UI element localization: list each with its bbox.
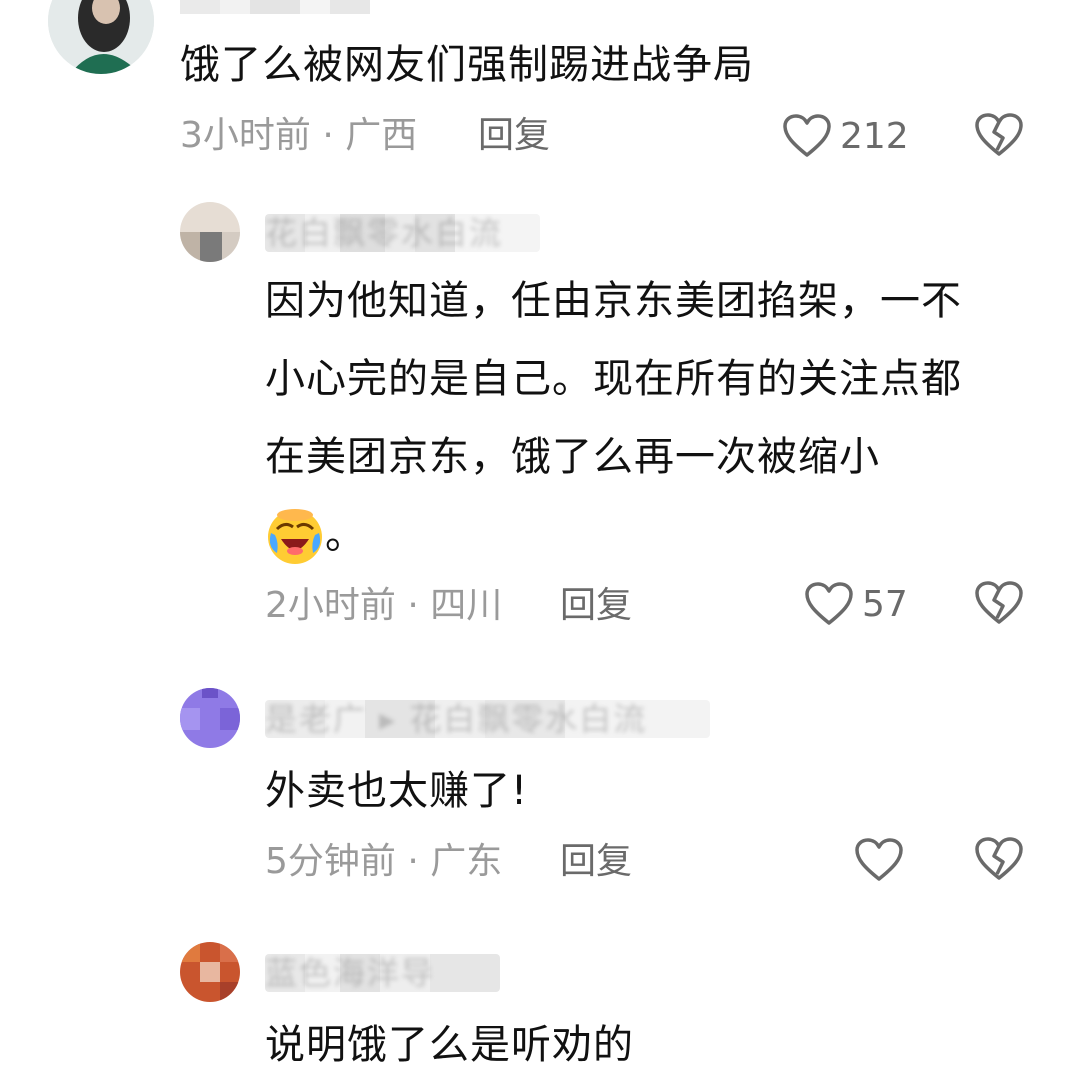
- like-button[interactable]: [854, 832, 912, 888]
- comment-meta: 5分钟前 · 广东: [265, 841, 503, 882]
- comment-location: 四川: [430, 585, 503, 626]
- broken-heart-icon[interactable]: [974, 580, 1024, 626]
- comment-meta: 2小时前 · 四川: [265, 585, 503, 626]
- reply-button[interactable]: 回复: [560, 840, 632, 884]
- like-count: 212: [840, 115, 909, 157]
- heart-outline-icon: [855, 838, 903, 881]
- comment-text: 说明饿了么是听劝的: [265, 1022, 634, 1068]
- broken-heart-icon[interactable]: [974, 836, 1024, 882]
- avatar[interactable]: [180, 202, 240, 262]
- comment-location: 广东: [430, 841, 503, 882]
- heart-outline-icon: [805, 582, 853, 625]
- laughing-crying-emoji: [268, 509, 322, 564]
- username-blurred[interactable]: 花白飘零水白流: [265, 214, 540, 252]
- comment-time: 3小时前: [180, 115, 311, 156]
- avatar[interactable]: [180, 942, 240, 1002]
- comment-time: 5分钟前: [265, 841, 396, 882]
- avatar[interactable]: [48, 0, 154, 74]
- username-blurred-top[interactable]: [180, 0, 370, 14]
- reply-button[interactable]: 回复: [478, 114, 550, 158]
- broken-heart-icon[interactable]: [974, 112, 1024, 158]
- reply-button[interactable]: 回复: [560, 584, 632, 628]
- like-count: 57: [862, 583, 908, 625]
- avatar[interactable]: [180, 688, 240, 748]
- like-button[interactable]: 212: [782, 108, 909, 164]
- heart-outline-icon: [783, 114, 831, 157]
- comment-text: 因为他知道，任由京东美团掐架，一不 小心完的是自己。现在所有的关注点都 在美团京…: [265, 262, 1055, 574]
- like-button[interactable]: 57: [804, 576, 908, 632]
- comment-text: 饿了么被网友们强制踢进战争局: [180, 42, 754, 88]
- comment-time: 2小时前: [265, 585, 396, 626]
- comment-location: 广西: [345, 115, 418, 156]
- comment-meta: 3小时前 · 广西: [180, 115, 418, 156]
- username-blurred[interactable]: 蓝色海洋导: [265, 954, 500, 992]
- username-blurred[interactable]: 是老广 ▸ 花白飘零水白流: [265, 700, 710, 738]
- comment-text: 外卖也太赚了!: [265, 768, 529, 814]
